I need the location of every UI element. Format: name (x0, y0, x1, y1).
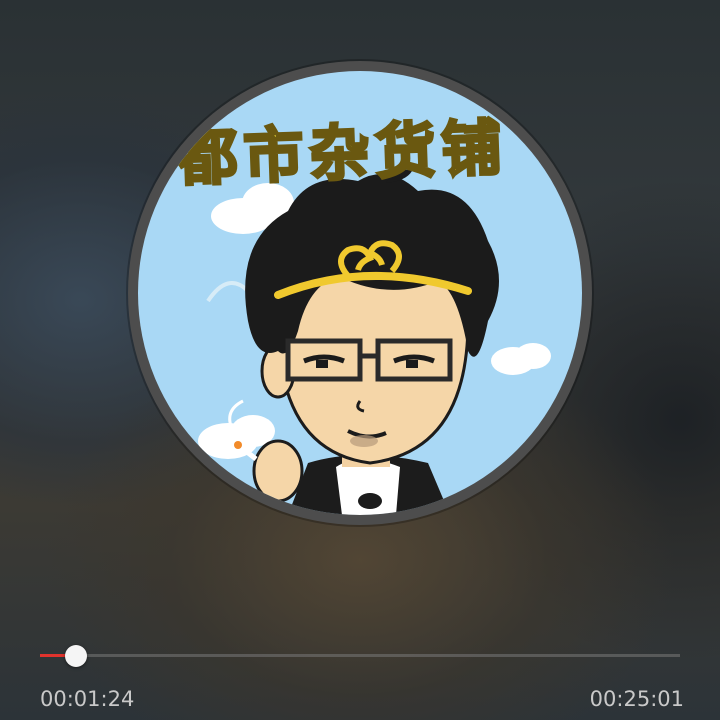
album-art-image (138, 71, 582, 515)
album-art-disc[interactable]: 都市杂货铺 (128, 61, 592, 525)
seek-bar[interactable] (40, 645, 680, 667)
now-playing-screen: 都市杂货铺 00:01:24 00:25:01 (0, 0, 720, 720)
seek-thumb[interactable] (65, 645, 87, 667)
total-time: 00:25:01 (589, 687, 684, 711)
seek-track[interactable] (40, 654, 680, 657)
current-time: 00:01:24 (40, 687, 135, 711)
